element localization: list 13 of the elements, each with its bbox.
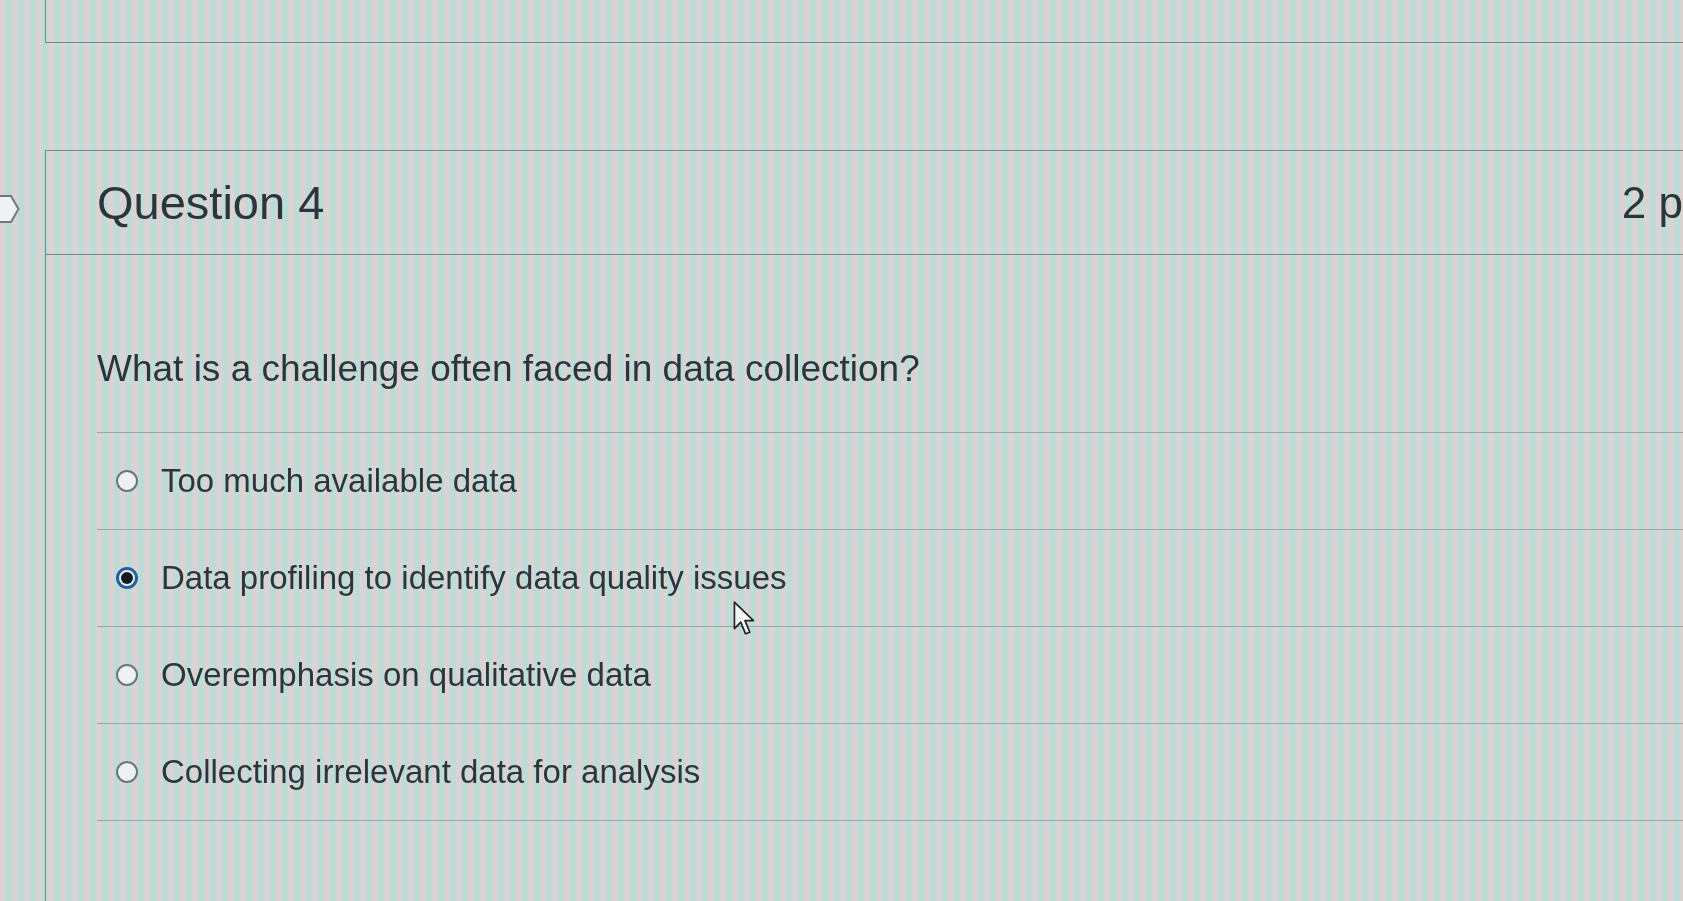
radio-button[interactable]	[116, 470, 138, 492]
answer-option: Collecting irrelevant data for analysis	[161, 753, 701, 791]
radio-button[interactable]	[116, 664, 138, 686]
answer-option: Overemphasis on qualitative data	[161, 656, 651, 694]
radio-button[interactable]	[116, 761, 138, 783]
radio-button[interactable]	[116, 567, 138, 589]
question-points: 2 p	[1621, 177, 1683, 228]
question-text: What is a challenge often faced in data collection?	[97, 348, 920, 390]
answer-option: Too much available data	[161, 462, 517, 500]
answer-option: Data profiling to identify data quality issues	[161, 559, 787, 597]
question-title: Question 4	[97, 175, 325, 230]
tab-arrow-icon	[0, 194, 20, 224]
mouse-pointer-icon	[733, 601, 757, 637]
